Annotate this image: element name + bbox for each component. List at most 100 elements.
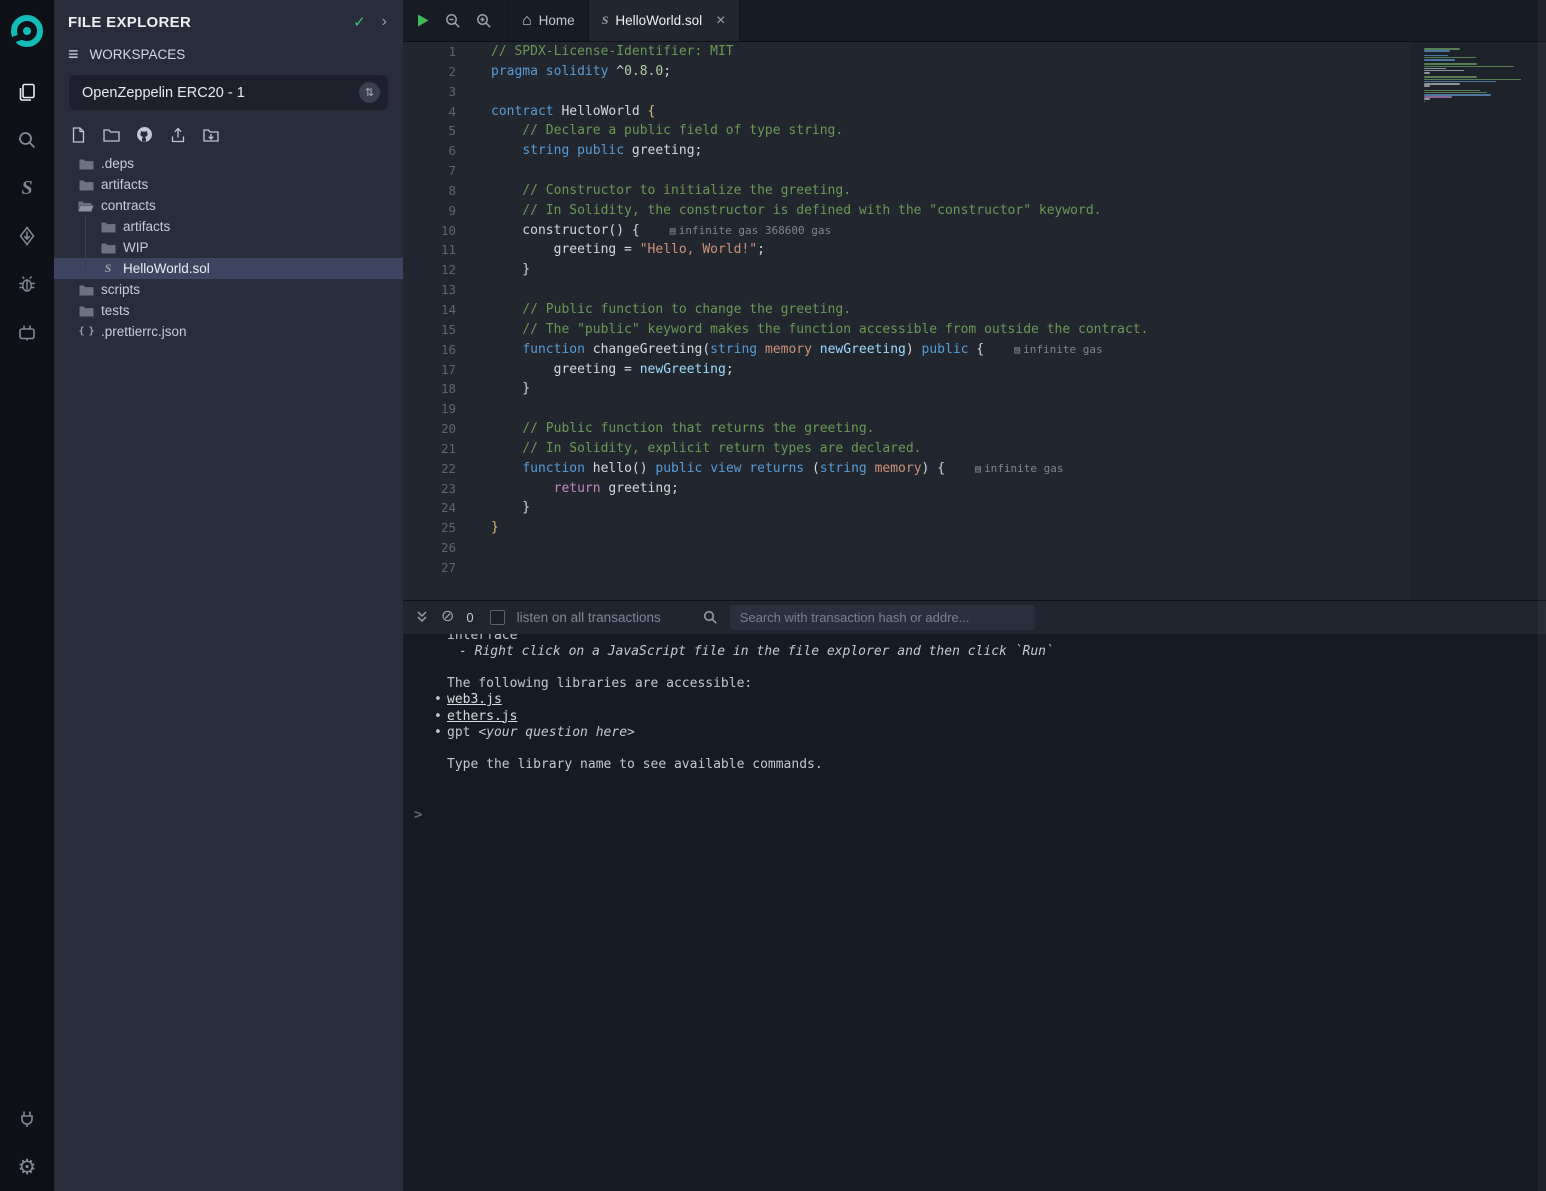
new-file-icon[interactable] <box>69 125 88 144</box>
deploy-run-icon[interactable] <box>0 212 54 260</box>
remix-logo-icon[interactable] <box>5 8 49 54</box>
terminal-link[interactable]: ethers.js <box>447 709 517 724</box>
code-line[interactable]: // Constructor to initialize the greetin… <box>491 181 1411 201</box>
scrollbar[interactable] <box>1538 0 1546 1191</box>
listen-transactions-checkbox[interactable] <box>490 610 505 625</box>
publish-workspace-icon[interactable] <box>168 125 187 144</box>
code-line[interactable]: pragma solidity ^0.8.0; <box>491 62 1411 82</box>
tree-item-contracts[interactable]: contracts <box>54 195 403 216</box>
code-line[interactable]: // In Solidity, explicit return types ar… <box>491 439 1411 459</box>
code-line[interactable]: // Public function to change the greetin… <box>491 300 1411 320</box>
terminal-search-input[interactable] <box>730 605 1035 630</box>
line-number: 25 <box>403 518 456 538</box>
new-folder-icon[interactable] <box>102 125 121 144</box>
workspace-select[interactable]: OpenZeppelin ERC20 - 1 ⇅ <box>69 75 388 110</box>
tab-helloworld-sol[interactable]: S HelloWorld.sol × <box>589 0 740 41</box>
tree-item-.deps[interactable]: .deps <box>54 153 403 174</box>
code-line[interactable]: // Public function that returns the gree… <box>491 419 1411 439</box>
minimap[interactable] <box>1424 48 1546 106</box>
line-number: 8 <box>403 181 456 201</box>
code-line[interactable]: greeting = newGreeting; <box>491 360 1411 380</box>
code-line[interactable]: } <box>491 379 1411 399</box>
load-folder-icon[interactable] <box>201 125 220 144</box>
minimap-line <box>1424 55 1448 57</box>
terminal-link[interactable]: web3.js <box>447 692 502 707</box>
minimap-line <box>1424 66 1514 68</box>
tab-home-label: Home <box>539 13 575 28</box>
code-line[interactable]: function hello() public view returns (st… <box>491 459 1411 479</box>
tree-item-artifacts[interactable]: artifacts <box>54 216 403 237</box>
bullet-icon: • <box>434 725 442 741</box>
code-line[interactable] <box>491 280 1411 300</box>
code-line[interactable]: // In Solidity, the constructor is defin… <box>491 201 1411 221</box>
code-line[interactable]: constructor() {▤infinite gas 368600 gas <box>491 221 1411 241</box>
workspace-switch-icon[interactable]: ⇅ <box>359 82 380 103</box>
chevron-right-icon[interactable]: › <box>382 13 387 31</box>
debugger-icon[interactable] <box>0 260 54 308</box>
search-icon[interactable] <box>0 116 54 164</box>
terminal-lines: interface- Right click on a JavaScript f… <box>403 634 1546 774</box>
terminal[interactable]: interface- Right click on a JavaScript f… <box>403 634 1546 1191</box>
code-line[interactable] <box>491 558 1411 578</box>
file-explorer-icon[interactable] <box>0 68 54 116</box>
line-number: 16 <box>403 340 456 360</box>
code-line[interactable]: contract HelloWorld { <box>491 102 1411 122</box>
minimap-column[interactable] <box>1411 42 1546 600</box>
tab-home[interactable]: ⌂ Home <box>508 0 589 41</box>
code-line[interactable]: greeting = "Hello, World!"; <box>491 240 1411 260</box>
plugin-manager-icon[interactable] <box>0 308 54 356</box>
gas-estimate: ▤infinite gas 368600 gas <box>670 224 831 237</box>
check-icon[interactable]: ✓ <box>353 13 366 31</box>
line-number: 1 <box>403 42 456 62</box>
gas-icon: ▤ <box>670 226 676 237</box>
zoom-out-icon[interactable] <box>445 13 461 29</box>
code-line[interactable] <box>491 538 1411 558</box>
line-number: 13 <box>403 280 456 300</box>
line-number: 27 <box>403 558 456 578</box>
hamburger-menu-icon[interactable]: ≡ <box>68 45 79 63</box>
code-line[interactable]: // SPDX-License-Identifier: MIT <box>491 42 1411 62</box>
terminal-prompt[interactable]: > <box>403 807 1546 823</box>
code-line[interactable] <box>491 399 1411 419</box>
terminal-line: Type the library name to see available c… <box>403 757 1546 773</box>
indent-guide <box>85 216 86 237</box>
github-icon[interactable] <box>135 125 154 144</box>
tree-item-WIP[interactable]: WIP <box>54 237 403 258</box>
solidity-compiler-icon[interactable]: S <box>0 164 54 212</box>
code-line[interactable]: } <box>491 498 1411 518</box>
code-line[interactable]: function changeGreeting(string memory ne… <box>491 340 1411 360</box>
tree-item-label: .deps <box>101 156 134 171</box>
plugin-connect-icon[interactable] <box>0 1095 54 1143</box>
minimap-line <box>1424 85 1430 87</box>
code-line[interactable] <box>491 82 1411 102</box>
clear-console-icon[interactable]: ⊘ <box>441 609 454 625</box>
close-tab-icon[interactable]: × <box>716 13 725 29</box>
settings-gear-icon[interactable]: ⚙ <box>0 1143 54 1191</box>
code-line[interactable]: // The "public" keyword makes the functi… <box>491 320 1411 340</box>
line-number: 14 <box>403 300 456 320</box>
tree-item-artifacts[interactable]: artifacts <box>54 174 403 195</box>
terminal-search-icon <box>703 610 718 625</box>
code-line[interactable] <box>491 161 1411 181</box>
listen-transactions-label: listen on all transactions <box>517 610 661 625</box>
tree-item-tests[interactable]: tests <box>54 300 403 321</box>
workspace-selected-value: OpenZeppelin ERC20 - 1 <box>82 85 245 101</box>
code-line[interactable]: // Declare a public field of type string… <box>491 121 1411 141</box>
code-line[interactable]: return greeting; <box>491 479 1411 499</box>
tab-active-label: HelloWorld.sol <box>615 13 702 28</box>
folder-icon <box>100 221 116 233</box>
indent-guide <box>85 258 86 279</box>
code-line[interactable]: string public greeting; <box>491 141 1411 161</box>
tree-item-.prettierrc.json[interactable]: { }.prettierrc.json <box>54 321 403 342</box>
tree-item-label: tests <box>101 303 130 318</box>
collapse-terminal-icon[interactable] <box>415 610 429 624</box>
run-script-button[interactable] <box>416 13 430 28</box>
tree-item-HelloWorld.sol[interactable]: SHelloWorld.sol <box>54 258 403 279</box>
workspaces-label: WORKSPACES <box>90 47 186 62</box>
code-area[interactable]: // SPDX-License-Identifier: MITpragma so… <box>473 42 1411 600</box>
code-line[interactable]: } <box>491 260 1411 280</box>
tree-item-scripts[interactable]: scripts <box>54 279 403 300</box>
code-line[interactable]: } <box>491 518 1411 538</box>
zoom-in-icon[interactable] <box>476 13 492 29</box>
line-number: 18 <box>403 379 456 399</box>
